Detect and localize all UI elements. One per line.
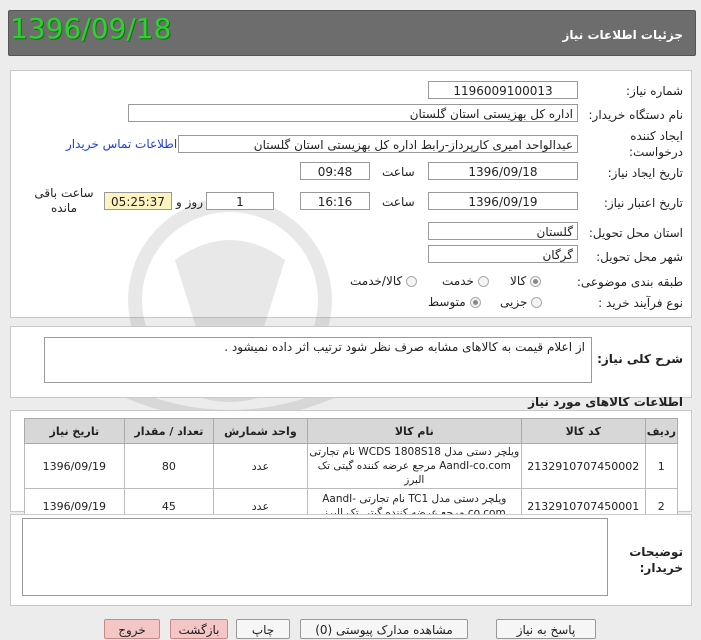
remaining-label: ساعت باقی مانده bbox=[34, 186, 94, 215]
validity-time-field: 16:16 bbox=[300, 192, 370, 210]
cell-code: 2132910707450002 bbox=[520, 443, 646, 489]
validity-time-label: ساعت bbox=[382, 195, 415, 209]
category-label: طبقه بندی موضوعی: bbox=[576, 275, 683, 289]
process-option-label: متوسط bbox=[428, 295, 466, 309]
general-desc-textarea[interactable]: از اعلام قیمت به کالاهای مشابه صرف نظر ش… bbox=[44, 337, 592, 383]
buyer-org-label: نام دستگاه خریدار: bbox=[588, 108, 684, 122]
radio-unchecked-icon[interactable] bbox=[477, 276, 489, 287]
validity-days-label: روز و bbox=[176, 195, 203, 209]
create-date-field: 1396/09/18 bbox=[428, 162, 578, 180]
create-date-label: تاریخ ایجاد نیاز: bbox=[607, 166, 683, 180]
column-header: ردیف bbox=[644, 418, 679, 444]
city-field: گرگان bbox=[428, 245, 578, 263]
need-number-field: 1196009100013 bbox=[428, 81, 578, 99]
category-option-label: کالا bbox=[510, 274, 527, 288]
column-header: نام کالا bbox=[306, 418, 522, 444]
validity-days-field: 1 bbox=[206, 192, 274, 210]
need-number-label: شماره نیاز: bbox=[626, 84, 683, 98]
process-option-medium[interactable]: متوسط bbox=[428, 295, 481, 309]
general-desc-text: از اعلام قیمت به کالاهای مشابه صرف نظر ش… bbox=[224, 340, 585, 354]
remaining-timer: 05:25:37 bbox=[104, 192, 172, 210]
category-option-service[interactable]: خدمت bbox=[442, 274, 489, 288]
buyer-contact-link[interactable]: اطلاعات تماس خریدار bbox=[66, 137, 177, 151]
process-option-partial[interactable]: جزیی bbox=[500, 295, 543, 309]
column-header: واحد شمارش bbox=[213, 418, 308, 444]
radio-unchecked-icon[interactable] bbox=[531, 297, 543, 308]
validity-date-field: 1396/09/19 bbox=[428, 192, 578, 210]
province-label: استان محل تحویل: bbox=[588, 226, 683, 240]
cell-unit: عدد bbox=[213, 443, 308, 489]
cell-row: 1 bbox=[644, 443, 679, 489]
header: 1396/09/18 جزئیات اطلاعات نیاز bbox=[0, 0, 701, 64]
back-button[interactable]: بازگشت bbox=[170, 619, 228, 639]
header-date: 1396/09/18 bbox=[10, 12, 172, 45]
attachments-button[interactable]: مشاهده مدارک پیوستی (0) bbox=[300, 619, 468, 639]
create-time-label: ساعت bbox=[382, 165, 415, 179]
validity-label: تاریخ اعتبار نیاز: bbox=[603, 196, 683, 210]
radio-checked-icon[interactable] bbox=[530, 276, 542, 287]
creator-label: ایجاد کننده درخواست: bbox=[629, 129, 683, 159]
category-option-both[interactable]: کالا/خدمت bbox=[350, 274, 418, 288]
table-header-row: ردیف کد کالا نام کالا واحد شمارش تعداد /… bbox=[24, 418, 679, 444]
table-row: 1 2132910707450002 ویلچر دستی مدل WCDS 1… bbox=[24, 443, 679, 489]
column-header: تعداد / مقدار bbox=[123, 418, 215, 444]
items-table: ردیف کد کالا نام کالا واحد شمارش تعداد /… bbox=[24, 418, 679, 524]
column-header: کد کالا bbox=[520, 418, 646, 444]
city-label: شهر محل تحویل: bbox=[596, 250, 683, 264]
page-title: جزئیات اطلاعات نیاز bbox=[562, 28, 683, 42]
create-time-field: 09:48 bbox=[300, 162, 370, 180]
reply-button[interactable]: پاسخ به نیاز bbox=[496, 619, 596, 639]
buyer-notes-label: توضیحات خریدار: bbox=[629, 545, 683, 575]
category-option-label: خدمت bbox=[442, 274, 474, 288]
general-desc-label: شرح کلی نیاز: bbox=[597, 352, 683, 366]
buyer-org-field: اداره کل بهزیستی استان گلستان bbox=[128, 104, 578, 122]
creator-field: عبدالواحد امیری کارپرداز-رابط اداره کل ب… bbox=[178, 135, 578, 153]
process-label: نوع فرآیند خرید : bbox=[598, 296, 683, 310]
process-option-label: جزیی bbox=[500, 295, 528, 309]
cell-qty: 80 bbox=[123, 443, 215, 489]
cell-date: 1396/09/19 bbox=[24, 443, 125, 489]
column-header: تاریخ نیاز bbox=[24, 418, 125, 444]
exit-button[interactable]: خروج bbox=[104, 619, 160, 639]
items-title: اطلاعات کالاهای مورد نیاز bbox=[528, 395, 683, 409]
buyer-notes-textarea[interactable] bbox=[22, 518, 608, 596]
category-option-label: کالا/خدمت bbox=[350, 274, 403, 288]
province-field: گلستان bbox=[428, 222, 578, 240]
print-button[interactable]: چاپ bbox=[236, 619, 290, 639]
category-option-goods[interactable]: کالا bbox=[510, 274, 542, 288]
cell-name: ویلچر دستی مدل WCDS 1808S18 نام تجارتی A… bbox=[306, 443, 522, 489]
radio-checked-icon[interactable] bbox=[469, 297, 481, 308]
radio-unchecked-icon[interactable] bbox=[406, 276, 418, 287]
